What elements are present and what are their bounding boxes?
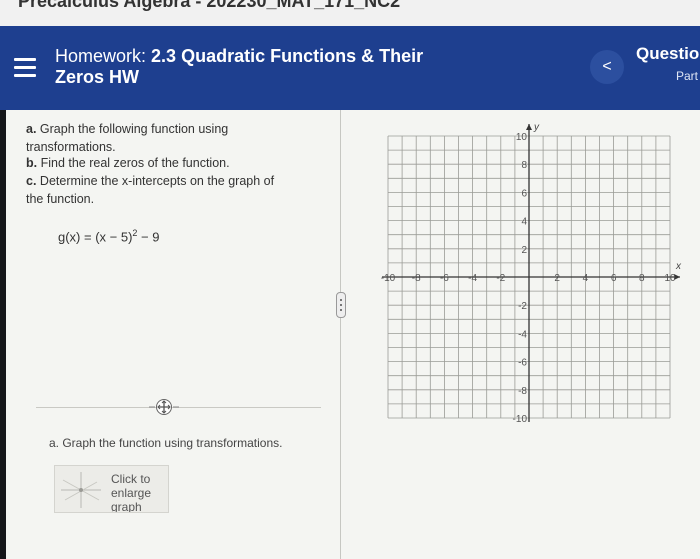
y-tick-label: 6 bbox=[521, 188, 527, 199]
pane-divider bbox=[340, 110, 341, 559]
instruction-a-cont: transformations. bbox=[26, 140, 116, 154]
enlarge-text: Click to enlarge graph bbox=[111, 472, 152, 513]
y-tick-label: 8 bbox=[521, 160, 527, 171]
coordinate-graph[interactable]: x y -10 -8 -6 -4 -2 2 4 6 8 10 10 8 6 4 2 -2 -4 -6 -8 -10 bbox=[374, 116, 700, 442]
x-tick-label: -2 bbox=[496, 273, 505, 284]
previous-question-button[interactable]: < bbox=[590, 50, 624, 84]
resize-handle-icon[interactable] bbox=[336, 292, 346, 318]
instruction-c-cont: the function. bbox=[26, 192, 95, 206]
y-axis-arrow bbox=[526, 124, 532, 130]
y-tick-label: -2 bbox=[518, 301, 527, 312]
x-tick-label: 4 bbox=[583, 273, 589, 284]
chevron-left-icon: < bbox=[602, 58, 612, 75]
x-tick-label: -4 bbox=[468, 273, 477, 284]
x-tick-label: -6 bbox=[440, 273, 449, 284]
x-axis-label: x bbox=[675, 261, 682, 272]
x-tick-label: 8 bbox=[639, 273, 645, 284]
instruction-b: b. Find the real zeros of the function. bbox=[26, 156, 230, 170]
browser-tab-bar: Precalculus Algebra - 202230_MAT_171_NC2 bbox=[0, 0, 700, 26]
y-axis-label: y bbox=[533, 122, 540, 133]
y-tick-label: 10 bbox=[516, 132, 528, 143]
enlarge-graph-button[interactable]: Click to enlarge graph bbox=[54, 465, 169, 513]
y-tick-label: -10 bbox=[513, 414, 528, 425]
part-label: Part bbox=[676, 69, 699, 83]
x-tick-label: 6 bbox=[611, 273, 617, 284]
homework-prefix: Homework: bbox=[55, 46, 147, 66]
y-tick-label: 4 bbox=[521, 217, 527, 228]
hamburger-icon[interactable] bbox=[14, 58, 36, 78]
y-tick-label: 2 bbox=[521, 245, 527, 256]
graph-thumbnail-icon bbox=[61, 472, 101, 508]
question-label: Questio bbox=[636, 44, 700, 63]
homework-title: Homework: 2.3 Quadratic Functions & Thei… bbox=[55, 46, 423, 88]
graph-instruction: a. Graph the function using transformati… bbox=[49, 436, 283, 450]
y-tick-label: -8 bbox=[518, 386, 527, 397]
assignment-header: Homework: 2.3 Quadratic Functions & Thei… bbox=[0, 26, 700, 110]
function-formula: g(x) = (x − 5)2 − 9 bbox=[58, 228, 160, 245]
x-tick-label: 2 bbox=[554, 273, 560, 284]
browser-title: Precalculus Algebra - 202230_MAT_171_NC2 bbox=[18, 0, 401, 11]
move-arrows-icon[interactable] bbox=[147, 398, 181, 416]
homework-name: 2.3 Quadratic Functions & Their bbox=[151, 46, 424, 66]
y-tick-label: -4 bbox=[518, 329, 527, 340]
question-content: a. Graph the following function using tr… bbox=[6, 110, 700, 559]
homework-name-line2: Zeros HW bbox=[55, 67, 140, 87]
instruction-a: a. Graph the following function using bbox=[26, 122, 229, 136]
x-tick-label: -8 bbox=[412, 273, 421, 284]
x-tick-label: -10 bbox=[381, 273, 396, 284]
x-tick-label: 10 bbox=[664, 273, 676, 284]
instruction-c: c. Determine the x-intercepts on the gra… bbox=[26, 174, 275, 188]
y-tick-label: -6 bbox=[518, 358, 527, 369]
